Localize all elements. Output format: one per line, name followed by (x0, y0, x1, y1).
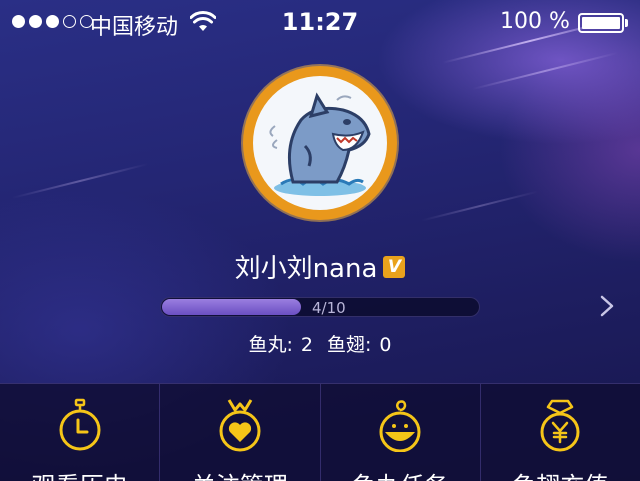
yuchi-label: 鱼翅: (327, 334, 372, 356)
heart-medal-icon (219, 399, 261, 452)
chevron-right-icon[interactable] (598, 294, 616, 318)
username-row: 刘小刘nana V (0, 248, 640, 285)
status-bar: 中国移动 11:27 100 % (0, 0, 640, 46)
yuwan-value: 2 (300, 334, 313, 356)
menu-label: 鱼翅充值 (481, 466, 640, 481)
fishball-icon (379, 400, 421, 452)
battery-icon (578, 13, 624, 33)
yuwan-label: 鱼丸: (248, 334, 293, 356)
level-progress-text: 4/10 (312, 299, 346, 317)
vip-badge-icon: V (383, 255, 406, 278)
stopwatch-icon (59, 398, 101, 451)
avatar[interactable] (243, 66, 397, 220)
yen-medal-icon (540, 399, 580, 452)
menu-item-watch-history[interactable]: 观看历史 (0, 384, 161, 481)
currency-stats: 鱼丸: 2 鱼翅: 0 (0, 330, 640, 357)
menu-label: 鱼丸任务 (321, 466, 480, 481)
shark-avatar-image (253, 76, 387, 210)
menu-item-shark-fin-recharge[interactable]: 鱼翅充值 (481, 384, 640, 481)
username: 刘小刘nana (234, 254, 378, 284)
menu-label: 关注管理 (160, 466, 319, 481)
battery-percentage: 100 % (500, 9, 570, 34)
menu-item-follow-management[interactable]: 关注管理 (160, 384, 321, 481)
menu-label: 观看历史 (0, 466, 159, 481)
level-progress-fill (162, 299, 301, 315)
battery-tip (625, 19, 628, 27)
profile-menu: 观看历史 关注管理 鱼丸任务 鱼翅充值 (0, 383, 640, 481)
menu-item-fishball-tasks[interactable]: 鱼丸任务 (321, 384, 481, 481)
yuchi-value: 0 (379, 334, 392, 356)
